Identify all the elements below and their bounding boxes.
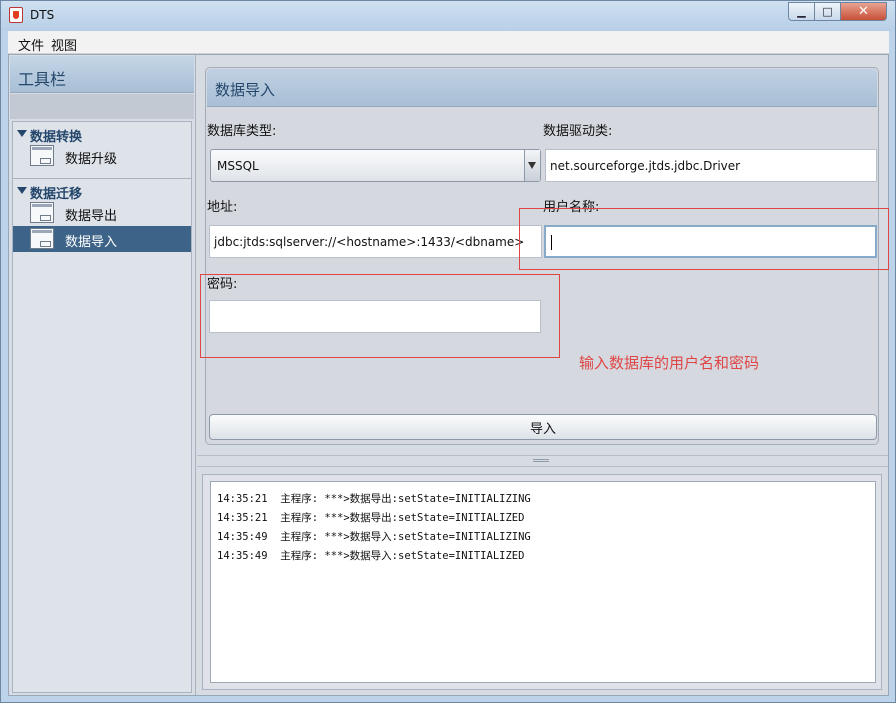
driver-value: net.sourceforge.jtds.jdbc.Driver	[550, 159, 741, 173]
log-time: 14:35:21	[217, 512, 268, 524]
address-field[interactable]: jdbc:jtds:sqlserver://<hostname>:1433/<d…	[209, 225, 542, 258]
log-output[interactable]: 14:35:21 主程序: ***>数据导出:setState=INITIALI…	[210, 481, 876, 683]
chevron-down-icon	[528, 162, 536, 169]
maximize-button[interactable]: □	[814, 2, 841, 21]
tree-item-label: 数据导入	[65, 235, 118, 250]
log-source: 主程序:	[280, 512, 319, 524]
db-type-value: MSSQL	[217, 159, 259, 173]
log-time: 14:35:21	[217, 493, 268, 505]
title-bar[interactable]: DTS ▁ □ ✕	[1, 1, 895, 31]
log-line: 14:35:49 主程序: ***>数据导入:setState=INITIALI…	[217, 529, 531, 544]
log-line: 14:35:49 主程序: ***>数据导入:setState=INITIALI…	[217, 548, 524, 563]
navigation-tree: 数据转换 数据升级 数据迁移 数据导出 数据导入	[12, 121, 192, 693]
driver-field[interactable]: net.sourceforge.jtds.jdbc.Driver	[545, 149, 877, 182]
tree-group-data-conversion[interactable]: 数据转换	[13, 124, 191, 145]
tree-item-data-upgrade[interactable]: 数据升级	[13, 143, 191, 169]
window-title: DTS	[30, 8, 55, 22]
log-message: ***>数据导入:setState=INITIALIZING	[324, 531, 531, 543]
log-source: 主程序:	[280, 550, 319, 562]
tree-item-label: 数据升级	[65, 152, 118, 167]
menu-bar: 文件 视图	[8, 31, 889, 54]
java-app-icon	[9, 7, 23, 23]
log-panel: 14:35:21 主程序: ***>数据导出:setState=INITIALI…	[202, 474, 882, 690]
log-line: 14:35:21 主程序: ***>数据导出:setState=INITIALI…	[217, 510, 524, 525]
menu-file[interactable]: 文件	[18, 35, 44, 54]
close-button[interactable]: ✕	[840, 2, 887, 21]
menu-view[interactable]: 视图	[51, 35, 77, 54]
drag-handle-icon[interactable]	[533, 459, 549, 462]
tree-divider	[13, 178, 191, 179]
tree-group-data-migration[interactable]: 数据迁移	[13, 181, 191, 202]
client-area: 工具栏 数据转换 数据升级 数据迁移 数据导出 数据导入 数据导入 数据库类型:…	[8, 54, 889, 696]
window-icon	[30, 228, 54, 249]
log-message: ***>数据导出:setState=INITIALIZING	[324, 493, 531, 505]
db-type-label: 数据库类型:	[207, 124, 277, 139]
address-value: jdbc:jtds:sqlserver://<hostname>:1433/<d…	[214, 235, 525, 249]
expand-arrow-icon[interactable]	[17, 187, 27, 194]
log-time: 14:35:49	[217, 550, 268, 562]
window-icon	[30, 202, 54, 223]
minimize-button[interactable]: ▁	[788, 2, 815, 21]
window-icon	[30, 145, 54, 166]
sidebar-title: 工具栏	[18, 70, 67, 89]
sidebar-header: 工具栏	[10, 56, 194, 93]
sidebar: 工具栏 数据转换 数据升级 数据迁移 数据导出 数据导入	[9, 55, 196, 695]
address-label: 地址:	[207, 200, 238, 215]
split-pane-divider[interactable]	[197, 455, 888, 467]
panel-header: 数据导入	[207, 69, 877, 107]
tree-item-label: 数据导出	[65, 209, 118, 224]
tree-item-data-import[interactable]: 数据导入	[13, 226, 191, 252]
tree-item-data-export[interactable]: 数据导出	[13, 200, 191, 226]
dropdown-button[interactable]	[524, 150, 540, 181]
log-message: ***>数据导出:setState=INITIALIZED	[324, 512, 525, 524]
sidebar-toolbar-strip	[10, 94, 194, 119]
driver-label: 数据驱动类:	[543, 124, 613, 139]
db-type-select[interactable]: MSSQL	[210, 149, 541, 182]
import-button[interactable]: 导入	[209, 414, 877, 440]
password-highlight-box	[200, 274, 560, 358]
expand-arrow-icon[interactable]	[17, 130, 27, 137]
log-source: 主程序:	[280, 531, 319, 543]
log-source: 主程序:	[280, 493, 319, 505]
log-line: 14:35:21 主程序: ***>数据导出:setState=INITIALI…	[217, 491, 531, 506]
log-time: 14:35:49	[217, 531, 268, 543]
annotation-note: 输入数据库的用户名和密码	[579, 354, 760, 372]
panel-title: 数据导入	[215, 81, 276, 99]
app-window: DTS ▁ □ ✕ 文件 视图 工具栏 数据转换 数据升级 数据迁移 数据导出 …	[0, 0, 896, 703]
username-highlight-box	[519, 208, 889, 270]
log-message: ***>数据导入:setState=INITIALIZED	[324, 550, 525, 562]
